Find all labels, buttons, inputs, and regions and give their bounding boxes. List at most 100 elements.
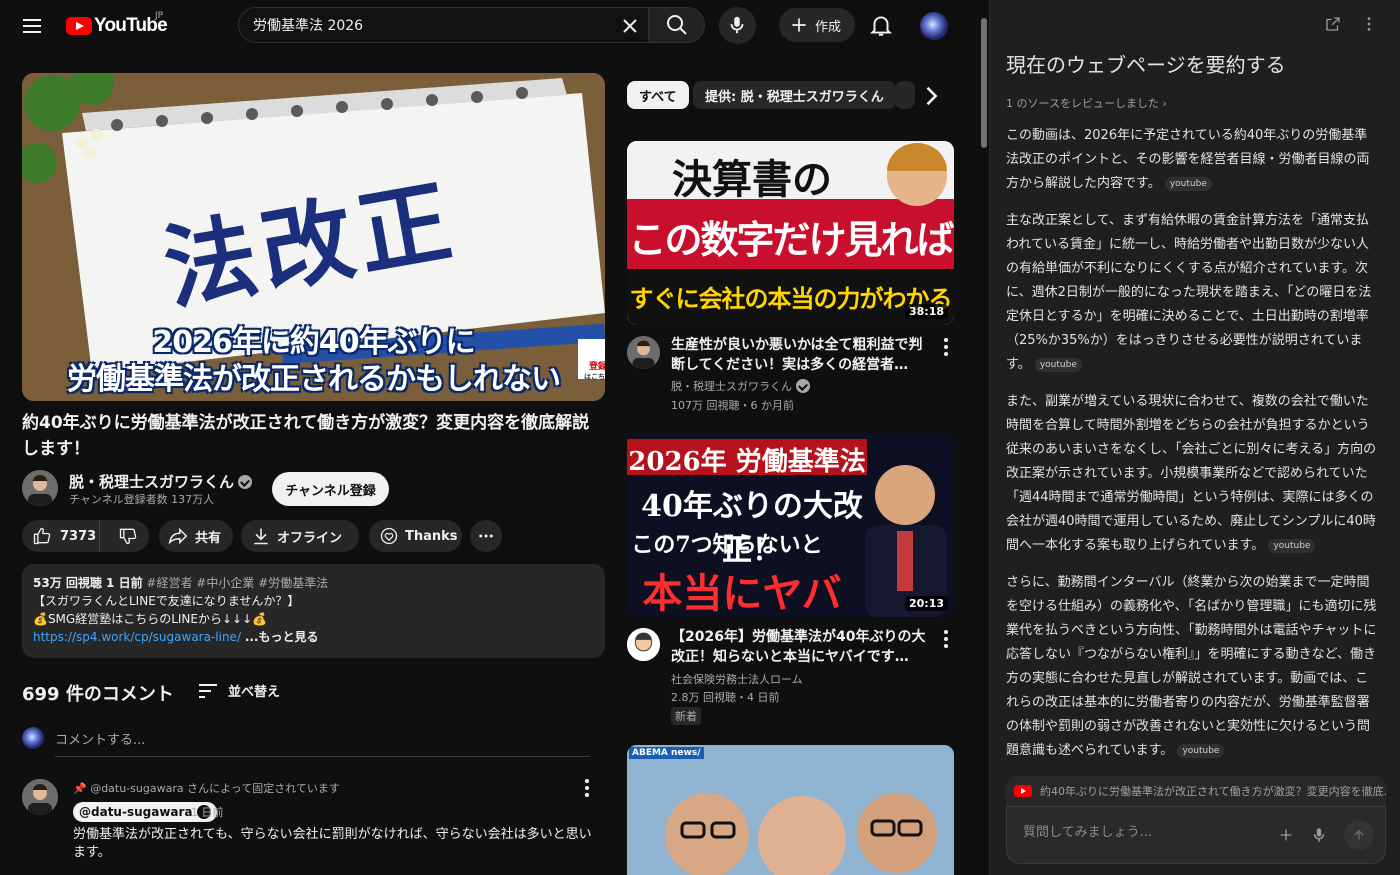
channel-name-row[interactable]: 脱・税理士スガワラくん xyxy=(69,471,253,492)
rec-2-stats: 2.8万 回視聴・4 日前 xyxy=(671,691,780,704)
more-horizontal-icon xyxy=(479,534,493,538)
thumbnail-subscribe-badge: 登録 はこちら xyxy=(578,339,605,381)
more-vertical-icon[interactable] xyxy=(1360,15,1378,33)
youtube-play-icon xyxy=(66,17,92,35)
thumbnail-caption-2: 労働基準法が改正されるかもしれない xyxy=(67,362,561,397)
voice-search-button[interactable] xyxy=(719,7,756,44)
description-link[interactable]: https://sp4.work/cp/sugawara-line/ xyxy=(33,630,241,644)
comment-time[interactable]: 1 日前 xyxy=(191,804,224,820)
pinned-by-text: @datu-sugawara さんによって固定されています xyxy=(90,782,340,795)
share-icon xyxy=(168,527,188,545)
sources-reviewed-link[interactable]: 1 のソースをレビューしました › xyxy=(1006,95,1167,111)
subscriber-count: チャンネル登録者数 137万人 xyxy=(69,493,215,506)
summary-paragraph-2-text: 主な改正案として、まず有給休暇の賃金計算方法を「通常支払われている賃金」に統一し… xyxy=(1006,213,1372,372)
dislike-button[interactable] xyxy=(106,520,149,552)
source-chip[interactable]: youtube xyxy=(1164,176,1212,191)
like-button[interactable]: 7373 xyxy=(22,520,101,552)
clear-search-icon[interactable] xyxy=(618,14,642,38)
chevron-right-icon: › xyxy=(1162,97,1167,110)
new-badge: 新着 xyxy=(671,707,701,725)
rec-thumbnail-3[interactable]: ABEMA news/ xyxy=(627,745,954,875)
create-label: 作成 xyxy=(815,19,842,35)
summary-body: この動画は、2026年に予定されている約40年ぶりの労働基準法改正のポイントと、… xyxy=(1006,124,1378,776)
channel-avatar[interactable] xyxy=(22,470,58,506)
like-count: 7373 xyxy=(60,528,97,544)
region-code: JP xyxy=(155,11,164,21)
rec-1-channel-avatar[interactable] xyxy=(627,336,660,369)
summary-side-panel: 現在のウェブページを要約する 1 のソースをレビューしました › この動画は、2… xyxy=(989,0,1400,875)
show-more-button[interactable]: ...もっと見る xyxy=(245,630,319,644)
rec-2-menu-icon[interactable] xyxy=(936,629,956,649)
youtube-icon xyxy=(1014,785,1032,797)
description-box[interactable]: 53万 回視聴 1 日前 #経営者 #中小企業 #労働基準法 【スガワラくんとL… xyxy=(22,564,605,658)
rec-1-thumb-line-2: この数字だけ見れば xyxy=(628,217,954,262)
microphone-icon[interactable] xyxy=(1310,826,1328,844)
youtube-logo[interactable]: YouTube JP xyxy=(66,11,168,38)
view-date-meta: 53万 回視聴 1 日前 xyxy=(33,576,143,590)
account-avatar[interactable] xyxy=(920,12,948,40)
download-icon xyxy=(254,528,268,545)
rec-1-menu-icon[interactable] xyxy=(936,337,956,357)
verified-icon xyxy=(238,474,253,489)
channel-name[interactable]: 脱・税理士スガワラくん xyxy=(69,471,234,492)
rec-thumbnail-1[interactable]: 決算書の この数字だけ見れば すぐに会社の本当の力がわかる 38:18 xyxy=(627,141,954,325)
summary-paragraph-4: さらに、勤務間インターバル（終業から次の始業まで一定時間を空ける仕組み）の義務化… xyxy=(1006,571,1378,763)
rec-2-title[interactable]: 【2026年】労働基準法が40年ぶりの大改正！知らないと本当にヤバイです… xyxy=(671,627,933,667)
comment-author-avatar[interactable] xyxy=(22,779,58,815)
open-external-icon[interactable] xyxy=(1324,15,1342,33)
rec-2-channel[interactable]: 社会保険労務士法人ローム xyxy=(671,671,803,687)
video-player[interactable]: 法改正 2026年に約40年ぶりに 労働基準法が改正されるかもしれない 登録 は… xyxy=(22,73,605,401)
video-title: 約40年ぶりに労働基準法が改正されて働き方が激変？変更内容を徹底解説します！ xyxy=(22,413,590,459)
notifications-bell-icon[interactable] xyxy=(868,12,894,38)
source-chip[interactable]: youtube xyxy=(1177,743,1225,758)
menu-icon[interactable] xyxy=(20,14,44,38)
subscribe-button[interactable]: チャンネル登録 xyxy=(272,472,389,506)
rec-1-channel-row[interactable]: 脱・税理士スガワラくん xyxy=(671,378,810,394)
chip-from-channel[interactable]: 提供: 脱・税理士スガワラくん xyxy=(693,81,896,109)
source-card-title: 約40年ぶりに労働基準法が改正されて働き方が激変？変更内容を徹底... xyxy=(1040,785,1386,798)
page-scrollbar[interactable] xyxy=(979,0,989,875)
scrollbar-thumb[interactable] xyxy=(981,18,987,148)
source-chip[interactable]: youtube xyxy=(1268,538,1316,553)
rec-2-thumb-line-1: 2026年 労働基準法 xyxy=(628,447,866,477)
create-button[interactable]: 作成 xyxy=(779,8,856,42)
thanks-button[interactable]: Thanks xyxy=(369,520,462,552)
like-dislike-group: 7373 xyxy=(22,520,149,552)
rec-2-thumb-line-3: この7つ知らないと xyxy=(631,532,823,558)
sort-comments-button[interactable]: 並べ替え xyxy=(198,681,280,700)
hashtags[interactable]: #経営者 #中小企業 #労働基準法 xyxy=(146,576,328,590)
share-button[interactable]: 共有 xyxy=(159,520,233,552)
rec-1-channel[interactable]: 脱・税理士スガワラくん xyxy=(671,378,792,394)
rec-2-channel-avatar[interactable] xyxy=(627,628,660,661)
youtube-page: YouTube JP 作成 xyxy=(0,0,975,875)
ask-input[interactable] xyxy=(1023,825,1263,840)
comment-menu-icon[interactable] xyxy=(577,778,597,798)
rec-2-duration: 20:13 xyxy=(904,596,948,611)
ask-box xyxy=(1006,806,1386,864)
badge-line-2: はこちら xyxy=(584,373,605,381)
add-comment-input[interactable]: コメントする... xyxy=(55,729,590,757)
search-button[interactable] xyxy=(648,7,705,43)
chip-all[interactable]: すべて xyxy=(627,81,689,109)
rec-thumbnail-2[interactable]: 2026年 労働基準法 40年ぶりの大改正！ この7つ知らないと 本当にヤバイ … xyxy=(627,433,954,617)
comment-count: 699 件のコメント xyxy=(22,684,174,705)
offline-download-button[interactable]: オフライン xyxy=(241,520,359,552)
search-input[interactable] xyxy=(253,14,613,36)
send-button[interactable] xyxy=(1344,820,1374,850)
chip-partial[interactable] xyxy=(895,81,915,109)
topbar: YouTube JP 作成 xyxy=(0,0,975,52)
source-chip[interactable]: youtube xyxy=(1034,357,1082,372)
context-source-card[interactable]: 約40年ぶりに労働基準法が改正されて働き方が激変？変更内容を徹底... xyxy=(1006,776,1386,806)
rec-1-stats: 107万 回視聴・6 か月前 xyxy=(671,399,794,412)
plus-icon xyxy=(792,18,806,32)
screen: YouTube JP 作成 xyxy=(0,0,1400,875)
summary-paragraph-3-text: また、副業が増えている現状に合わせて、複数の会社で働いた時間を合算して時間外割増… xyxy=(1006,394,1377,553)
search-box xyxy=(238,7,648,43)
chevron-right-icon[interactable] xyxy=(917,82,945,110)
description-line-1: 【スガワラくんとLINEで友達になりませんか？】 xyxy=(33,594,300,608)
rec-2-thumb-line-4: 本当にヤバイ xyxy=(642,570,842,617)
plus-icon[interactable] xyxy=(1278,827,1294,843)
rec-1-duration: 38:18 xyxy=(904,304,948,319)
rec-1-title[interactable]: 生産性が良いか悪いかは全て粗利益で判断してください！実は多くの経営者… xyxy=(671,335,933,375)
more-actions-button[interactable] xyxy=(470,520,502,552)
